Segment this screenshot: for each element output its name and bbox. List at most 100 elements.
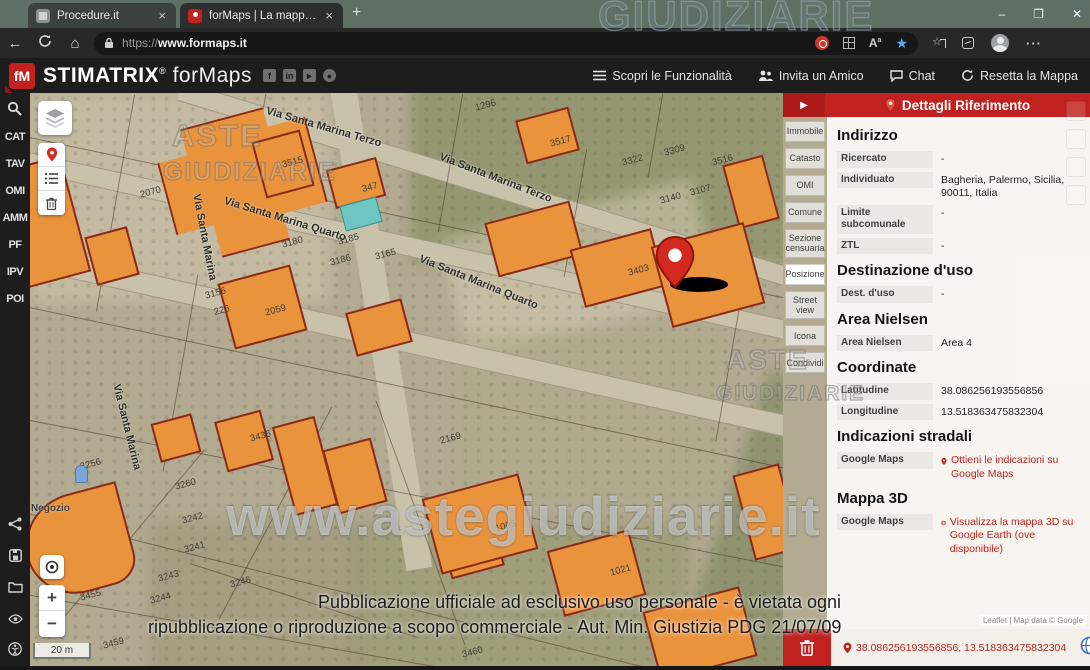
zoom-out-button[interactable]: −	[39, 611, 65, 637]
sidebar-item-tav[interactable]: TAV	[0, 150, 30, 177]
folder-icon[interactable]	[7, 580, 23, 598]
sidebar-item-ipv[interactable]: IPV	[0, 258, 30, 285]
tab-title: forMaps | La mappa per navigar…	[209, 9, 316, 22]
field-label: ZTL	[837, 237, 933, 255]
youtube-icon[interactable]: ►	[302, 69, 316, 82]
longitude-value: 13.518363475832304	[941, 405, 1044, 418]
website-globe-icon[interactable]: ●	[322, 69, 336, 82]
browser-essentials-icon[interactable]	[962, 37, 974, 49]
reference-marker-pin-icon[interactable]	[653, 235, 697, 294]
save-icon[interactable]	[8, 549, 22, 567]
latitude-value: 38.086256193556856	[941, 385, 1044, 398]
panel-tab-sezione-censuaria[interactable]: Sezione censuaria	[785, 229, 825, 258]
panel-tab-omi[interactable]: OMI	[785, 175, 825, 196]
field-label: Dest. d'uso	[837, 286, 933, 303]
home-button[interactable]: ⌂	[60, 35, 90, 52]
place-label: Negozio	[31, 503, 70, 514]
back-button[interactable]: ←	[0, 35, 30, 52]
panel-tab-posizione[interactable]: Posizione	[785, 263, 825, 285]
ghost-toolbar	[1066, 101, 1086, 205]
field-label: Ricercato	[837, 151, 933, 168]
favorite-star-icon[interactable]: ★	[895, 35, 908, 52]
window-minimize-button[interactable]: –	[998, 7, 1005, 21]
new-tab-button[interactable]: +	[352, 4, 361, 22]
language-globe-icon[interactable]	[1080, 636, 1090, 660]
tab-close-icon[interactable]: ×	[323, 9, 335, 22]
zoom-controls: + −	[39, 585, 65, 637]
browser-tab-procedure[interactable]: Procedure.it ×	[28, 3, 176, 28]
panel-tab-immobile[interactable]: Immobile	[785, 121, 825, 142]
eye-icon[interactable]	[7, 611, 23, 629]
profile-avatar[interactable]	[991, 34, 1009, 52]
field-value: Bagheria, Palermo, Sicilia, 90011, Itali…	[941, 173, 1065, 200]
window-close-button[interactable]: ✕	[1072, 7, 1082, 21]
field-value: -	[941, 153, 945, 165]
browser-tab-formaps[interactable]: forMaps | La mappa per navigar… ×	[180, 3, 343, 28]
sidebar-item-poi[interactable]: POI	[0, 285, 30, 312]
google-maps-directions-link[interactable]: Ottieni le indicazioni su Google Maps	[933, 452, 1080, 481]
people-icon	[758, 70, 773, 81]
field-label: Google Maps	[837, 513, 933, 531]
address-bar[interactable]: https://www.formaps.it Aa ★	[94, 31, 918, 55]
panel-tab-icona[interactable]: Icona	[785, 325, 825, 347]
streetview-pegman-icon[interactable]	[75, 465, 88, 483]
scale-bar: 20 m	[33, 643, 91, 659]
read-aloud-icon[interactable]: Aa	[869, 36, 882, 50]
window-maximize-button[interactable]: ❐	[1033, 7, 1044, 21]
collections-icon[interactable]	[932, 35, 946, 50]
search-icon[interactable]	[7, 101, 22, 121]
panel-title: Dettagli Riferimento	[825, 98, 1090, 113]
panel-tab-catasto[interactable]: Catasto	[785, 148, 825, 169]
delete-marker-button[interactable]	[783, 629, 831, 666]
grid-icon[interactable]	[842, 37, 855, 49]
field-label: Individuato	[837, 171, 933, 188]
sidebar-nav: CAT TAV OMI AMM PF IPV POI	[0, 123, 30, 312]
window-bottom-edge	[0, 666, 1090, 670]
url-text: https://www.formaps.it	[122, 36, 247, 50]
menu-resetta-mappa[interactable]: Resetta la Mappa	[961, 69, 1078, 83]
pin-icon	[843, 642, 852, 653]
list-tool-icon[interactable]	[38, 167, 65, 191]
section-title: Area Nielsen	[837, 310, 928, 328]
procedure-favicon-icon	[36, 8, 50, 23]
menu-invita-amico[interactable]: Invita un Amico	[758, 69, 864, 83]
field-label: Limite subcomunale	[837, 204, 933, 234]
facebook-icon[interactable]: f	[262, 69, 276, 82]
more-options-icon[interactable]: ···	[1026, 36, 1042, 51]
menu-chat[interactable]: Chat	[889, 69, 935, 83]
tab-close-icon[interactable]: ×	[156, 9, 168, 22]
sidebar-item-amm[interactable]: AMM	[0, 204, 30, 231]
trash-icon	[800, 640, 814, 656]
sidebar-item-pf[interactable]: PF	[0, 231, 30, 258]
field-value: -	[941, 239, 945, 252]
map-canvas[interactable]: Via Santa Marina Terzo Via Santa Marina T…	[30, 93, 783, 666]
pin-tool-icon[interactable]	[38, 143, 65, 167]
refresh-button[interactable]	[30, 34, 60, 52]
locate-button[interactable]	[40, 555, 64, 579]
panel-tab-list: Immobile Catasto OMI Comune Sezione censuari…	[783, 121, 827, 379]
panel-collapse-button[interactable]: ▶	[783, 93, 825, 117]
sidebar-item-cat[interactable]: CAT	[0, 123, 30, 150]
formaps-logo[interactable]: fM	[9, 62, 35, 89]
chat-bubble-icon	[889, 69, 903, 82]
sidebar-item-omi[interactable]: OMI	[0, 177, 30, 204]
field-value: Area 4	[941, 336, 972, 349]
zoom-in-button[interactable]: +	[39, 585, 65, 611]
linkedin-icon[interactable]: in	[282, 69, 296, 82]
browser-toolbar: ← ⌂ https://www.formaps.it Aa ★ ···	[0, 28, 1090, 58]
trash-tool-icon[interactable]	[38, 191, 65, 215]
panel-tab-comune[interactable]: Comune	[785, 202, 825, 223]
menu-scopri-funzionalita[interactable]: Scopri le Funzionalità	[593, 69, 732, 83]
layers-button[interactable]	[38, 101, 72, 135]
password-key-icon[interactable]	[814, 36, 829, 50]
panel-tab-street-view[interactable]: Street view	[785, 290, 825, 320]
section-title: Indicazioni stradali	[837, 428, 973, 446]
panel-tab-condividi[interactable]: Condividi	[785, 352, 825, 374]
google-earth-3d-link[interactable]: Visualizza la mappa 3D su Google Earth (…	[933, 514, 1080, 557]
section-title: Indirizzo	[837, 127, 898, 144]
section-title: Coordinate	[837, 359, 917, 377]
accessibility-icon[interactable]	[8, 642, 22, 661]
section-title: Mappa 3D	[837, 489, 908, 507]
list-icon	[593, 70, 607, 81]
share-icon[interactable]	[8, 517, 22, 536]
